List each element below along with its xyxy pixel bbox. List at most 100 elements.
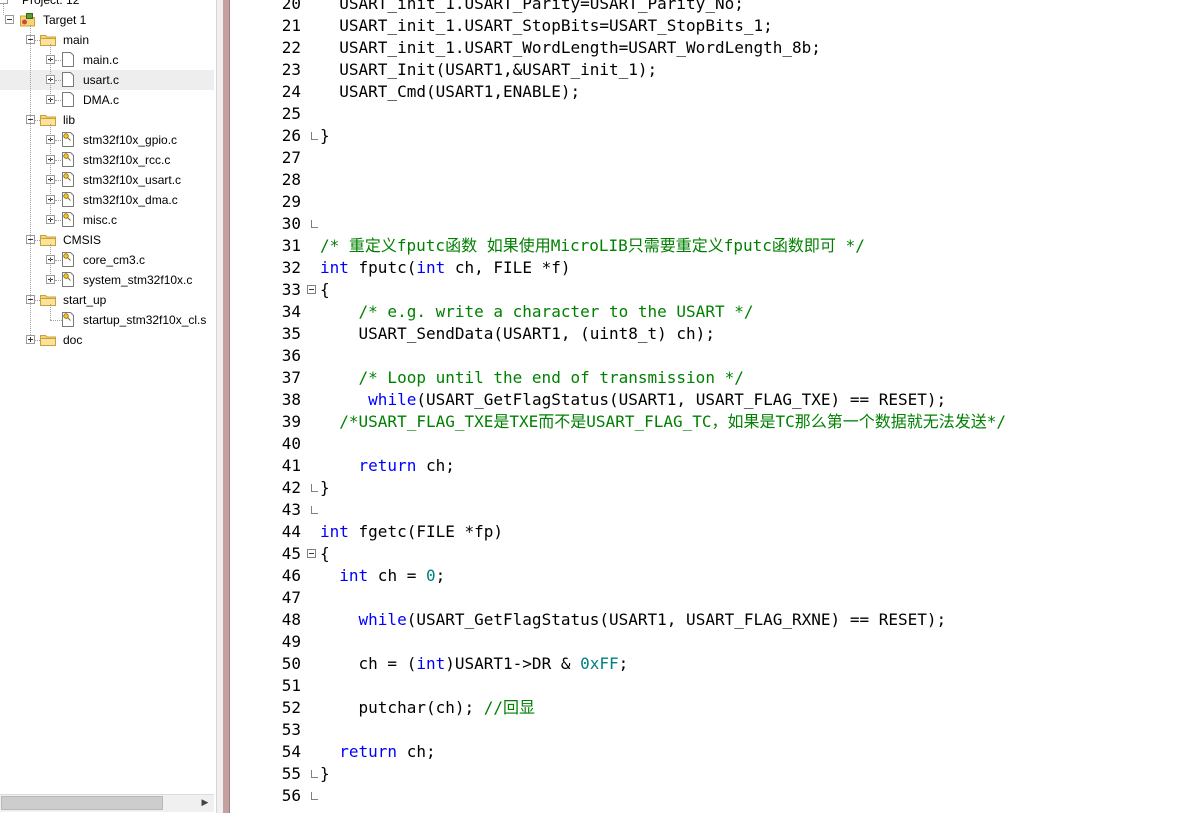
code-text[interactable]: putchar(ch); //回显 [320, 697, 536, 719]
code-line[interactable]: 29 [223, 191, 1191, 213]
line-number: 30 [281, 214, 301, 233]
panel-splitter[interactable] [216, 0, 223, 813]
code-line[interactable]: 52 putchar(ch); //回显 [223, 697, 1191, 719]
code-line[interactable]: 33 { [223, 279, 1191, 301]
code-line[interactable]: 53 [223, 719, 1191, 741]
code-line[interactable]: 44 int fgetc(FILE *fp) [223, 521, 1191, 543]
code-line[interactable]: 40 [223, 433, 1191, 455]
code-text[interactable]: /* 重定义fputc函数 如果使用MicroLIB只需要重定义fputc函数即… [320, 235, 865, 257]
code-line[interactable]: 25 [223, 103, 1191, 125]
code-line[interactable]: 42} [223, 477, 1191, 499]
code-line[interactable]: 21 USART_init_1.USART_StopBits=USART_Sto… [223, 15, 1191, 37]
code-line[interactable]: 51 [223, 675, 1191, 697]
expander-project[interactable] [0, 0, 8, 4]
tree-connector [55, 180, 61, 181]
code-text[interactable]: { [320, 279, 330, 301]
fold-collapse-icon[interactable] [307, 285, 316, 294]
code-text[interactable]: return ch; [320, 741, 435, 763]
code-text[interactable]: } [320, 125, 330, 147]
scrollbar-thumb[interactable] [1, 796, 163, 810]
fold-end-marker [311, 506, 318, 514]
code-text[interactable]: while(USART_GetFlagStatus(USART1, USART_… [320, 609, 947, 631]
file-item-system-stm32f10x-c[interactable]: system_stm32f10x.c [83, 271, 192, 289]
library-file-icon [62, 132, 74, 147]
code-text[interactable]: USART_SendData(USART1, (uint8_t) ch); [320, 323, 715, 345]
code-line[interactable]: 20 USART_init_1.USART_Parity=USART_Parit… [223, 0, 1191, 15]
file-item-startup-stm32f10x-cl-s[interactable]: startup_stm32f10x_cl.s [83, 311, 206, 329]
folder-icon [40, 115, 56, 126]
code-line[interactable]: 55} [223, 763, 1191, 785]
code-line[interactable]: 46 int ch = 0; [223, 565, 1191, 587]
code-line[interactable]: 27 [223, 147, 1191, 169]
code-line[interactable]: 23 USART_Init(USART1,&USART_init_1); [223, 59, 1191, 81]
file-item-dma-c[interactable]: DMA.c [83, 91, 119, 109]
fold-end-marker [311, 132, 318, 140]
line-number: 50 [281, 654, 301, 673]
code-line[interactable]: 50 ch = (int)USART1->DR & 0xFF; [223, 653, 1191, 675]
code-line[interactable]: 56 [223, 785, 1191, 807]
code-line[interactable]: 43 [223, 499, 1191, 521]
code-line[interactable]: 34 /* e.g. write a character to the USAR… [223, 301, 1191, 323]
code-text[interactable]: USART_init_1.USART_WordLength=USART_Word… [320, 37, 821, 59]
code-line[interactable]: 28 [223, 169, 1191, 191]
code-line[interactable]: 45 { [223, 543, 1191, 565]
file-item-main-c[interactable]: main.c [83, 51, 118, 69]
code-line[interactable]: 38 while(USART_GetFlagStatus(USART1, USA… [223, 389, 1191, 411]
file-item-stm32f10x-gpio-c[interactable]: stm32f10x_gpio.c [83, 131, 177, 149]
code-text[interactable]: } [320, 763, 330, 785]
file-item-stm32f10x-usart-c[interactable]: stm32f10x_usart.c [83, 171, 181, 189]
code-line[interactable]: 35 USART_SendData(USART1, (uint8_t) ch); [223, 323, 1191, 345]
code-line[interactable]: 47 [223, 587, 1191, 609]
code-line[interactable]: 41 return ch; [223, 455, 1191, 477]
code-text[interactable]: } [320, 477, 330, 499]
group-main[interactable]: main [63, 31, 89, 49]
group-lib[interactable]: lib [63, 111, 75, 129]
code-text[interactable]: USART_Cmd(USART1,ENABLE); [320, 81, 580, 103]
code-line[interactable]: 54 return ch; [223, 741, 1191, 763]
tree-connector [50, 244, 51, 280]
code-text[interactable]: ch = (int)USART1->DR & 0xFF; [320, 653, 629, 675]
code-text[interactable]: USART_init_1.USART_StopBits=USART_StopBi… [320, 15, 772, 37]
group-start-up[interactable]: start_up [63, 291, 106, 309]
code-text[interactable]: /* Loop until the end of transmission */ [320, 367, 744, 389]
code-text[interactable]: { [320, 543, 330, 565]
code-line[interactable]: 24 USART_Cmd(USART1,ENABLE); [223, 81, 1191, 103]
code-text[interactable]: return ch; [320, 455, 455, 477]
line-number: 51 [281, 676, 301, 695]
file-item-core-cm3-c[interactable]: core_cm3.c [83, 251, 145, 269]
code-text[interactable]: int fputc(int ch, FILE *f) [320, 257, 570, 279]
project-root[interactable]: Project: 12 [22, 0, 79, 9]
code-text[interactable]: while(USART_GetFlagStatus(USART1, USART_… [320, 389, 946, 411]
line-number: 43 [281, 500, 301, 519]
code-line[interactable]: 49 [223, 631, 1191, 653]
code-text[interactable]: /*USART_FLAG_TXE是TXE而不是USART_FLAG_TC，如果是… [320, 411, 1006, 433]
expander-group-doc[interactable] [26, 335, 35, 344]
code-line[interactable]: 26} [223, 125, 1191, 147]
code-text[interactable]: int fgetc(FILE *fp) [320, 521, 503, 543]
file-item-stm32f10x-rcc-c[interactable]: stm32f10x_rcc.c [83, 151, 170, 169]
code-text[interactable]: USART_init_1.USART_Parity=USART_Parity_N… [320, 0, 744, 15]
code-line[interactable]: 39 /*USART_FLAG_TXE是TXE而不是USART_FLAG_TC，… [223, 411, 1191, 433]
expander-target[interactable] [5, 15, 14, 24]
fold-collapse-icon[interactable] [307, 549, 316, 558]
file-item-usart-c[interactable]: usart.c [83, 71, 119, 89]
folder-icon [40, 335, 56, 346]
code-line[interactable]: 48 while(USART_GetFlagStatus(USART1, USA… [223, 609, 1191, 631]
code-text[interactable]: int ch = 0; [320, 565, 445, 587]
code-text[interactable]: USART_Init(USART1,&USART_init_1); [320, 59, 657, 81]
code-line[interactable]: 37 /* Loop until the end of transmission… [223, 367, 1191, 389]
code-line[interactable]: 32 int fputc(int ch, FILE *f) [223, 257, 1191, 279]
target-root[interactable]: Target 1 [43, 11, 86, 29]
code-line[interactable]: 22 USART_init_1.USART_WordLength=USART_W… [223, 37, 1191, 59]
code-line[interactable]: 30 [223, 213, 1191, 235]
group-cmsis[interactable]: CMSIS [63, 231, 101, 249]
file-item-stm32f10x-dma-c[interactable]: stm32f10x_dma.c [83, 191, 178, 209]
code-editor[interactable]: 20 USART_init_1.USART_Parity=USART_Parit… [223, 0, 1191, 813]
code-line[interactable]: 36 [223, 345, 1191, 367]
scroll-right-arrow-icon[interactable]: ▶ [198, 796, 212, 810]
tree-horizontal-scrollbar[interactable]: ▶ [0, 794, 214, 812]
code-line[interactable]: 31 /* 重定义fputc函数 如果使用MicroLIB只需要重定义fputc函… [223, 235, 1191, 257]
file-item-misc-c[interactable]: misc.c [83, 211, 117, 229]
code-text[interactable]: /* e.g. write a character to the USART *… [320, 301, 754, 323]
group-doc[interactable]: doc [63, 331, 82, 349]
